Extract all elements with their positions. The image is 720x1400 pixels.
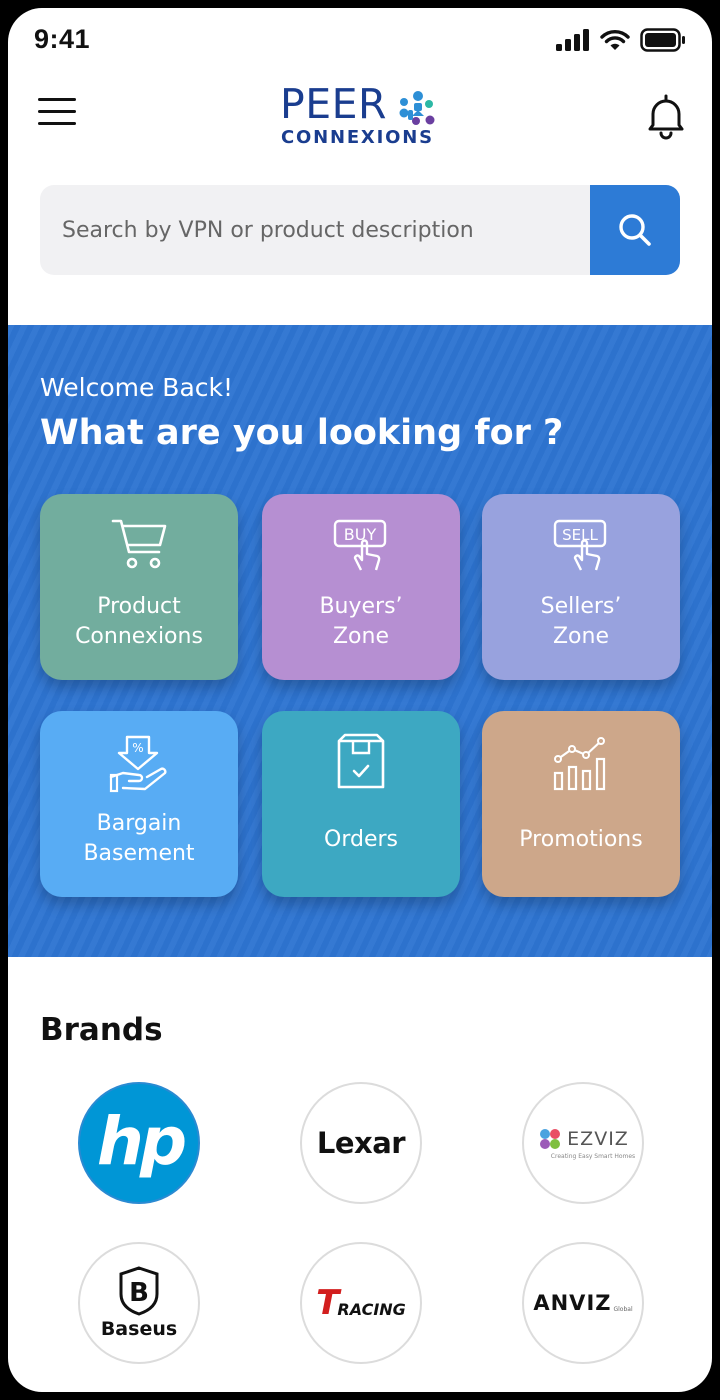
brand-name: ANVIZ xyxy=(533,1291,612,1315)
tile-label-line2: Basement xyxy=(83,841,195,866)
cart-icon xyxy=(111,519,167,569)
status-time: 9:41 xyxy=(34,24,91,54)
brand-name: Baseus xyxy=(100,1318,178,1340)
battery-icon xyxy=(640,28,685,52)
tile-promotions[interactable]: Promotions xyxy=(482,711,680,897)
svg-text:B: B xyxy=(129,1278,149,1308)
tile-label-line1: Product xyxy=(97,594,181,619)
app-screen: 9:41 PEER CONNEXIONS Search by VPN or pr… xyxy=(8,8,712,1392)
tile-label-line2: Connexions xyxy=(75,624,203,649)
brand-tagline: Global xyxy=(613,1306,633,1313)
status-icons xyxy=(556,28,686,52)
brand-anviz[interactable]: ANVIZ Global xyxy=(522,1242,644,1364)
tile-label-line2: Zone xyxy=(332,624,389,649)
bell-icon xyxy=(648,94,684,140)
tile-label-line1: Orders xyxy=(324,827,398,852)
tile-label-line2: Zone xyxy=(552,624,609,649)
menu-icon xyxy=(38,98,76,101)
logo-text-peer: PEER xyxy=(280,80,388,128)
brand-name: Lexar xyxy=(316,1126,406,1160)
brand-tagline: Creating Easy Smart Homes xyxy=(550,1153,636,1160)
brand-racing[interactable]: T RACING xyxy=(300,1242,422,1364)
growth-chart-icon xyxy=(553,737,606,791)
wifi-icon xyxy=(600,30,630,50)
svg-text:hp: hp xyxy=(97,1103,185,1180)
tile-label-line1: Buyers’ xyxy=(319,594,403,619)
brand-name: EZVIZ xyxy=(567,1128,629,1150)
svg-text:SELL: SELL xyxy=(562,526,598,544)
logo-text-connexions: CONNEXIONS xyxy=(281,127,434,148)
hp-logo-icon: hp xyxy=(81,1085,197,1201)
notifications-button[interactable] xyxy=(646,92,686,140)
racing-logo-mark: T xyxy=(316,1283,340,1323)
brand-hp[interactable]: hp xyxy=(78,1082,200,1204)
search-bar xyxy=(40,185,680,275)
svg-text:BUY: BUY xyxy=(344,525,377,544)
status-bar: 9:41 xyxy=(8,8,712,68)
tile-bargain-basement[interactable]: % Bargain Basement xyxy=(40,711,238,897)
search-input[interactable] xyxy=(40,185,590,275)
brand-lexar[interactable]: Lexar xyxy=(300,1082,422,1204)
category-panel: Welcome Back! What are you looking for ?… xyxy=(8,325,712,957)
people-logo-icon xyxy=(399,91,435,125)
sell-button-icon: SELL xyxy=(553,519,607,571)
search-icon xyxy=(619,214,651,246)
search-button[interactable] xyxy=(590,185,680,275)
ezviz-logo-icon xyxy=(540,1129,561,1149)
tile-sellers-zone[interactable]: SELL Sellers’ Zone xyxy=(482,494,680,680)
brand-baseus[interactable]: B Baseus xyxy=(78,1242,200,1364)
tile-product-connexions[interactable]: Product Connexions xyxy=(40,494,238,680)
menu-button[interactable] xyxy=(38,98,76,128)
buy-button-icon: BUY xyxy=(333,519,387,571)
box-icon xyxy=(337,733,385,789)
tile-buyers-zone[interactable]: BUY Buyers’ Zone xyxy=(262,494,460,680)
brands-heading: Brands xyxy=(40,1012,163,1048)
baseus-shield-icon: B xyxy=(119,1266,159,1316)
brand-ezviz[interactable]: EZVIZ Creating Easy Smart Homes xyxy=(522,1082,644,1204)
panel-heading: What are you looking for ? xyxy=(40,413,564,453)
app-logo: PEER CONNEXIONS xyxy=(280,80,450,154)
tile-label-line1: Sellers’ xyxy=(540,594,622,619)
discount-hand-icon: % xyxy=(109,735,167,793)
signal-icon xyxy=(556,29,589,51)
tile-label-line1: Promotions xyxy=(519,827,643,852)
brand-name: RACING xyxy=(337,1300,406,1319)
welcome-text: Welcome Back! xyxy=(40,373,234,402)
tile-label-line1: Bargain xyxy=(96,811,182,836)
tile-orders[interactable]: Orders xyxy=(262,711,460,897)
svg-text:%: % xyxy=(132,741,143,755)
